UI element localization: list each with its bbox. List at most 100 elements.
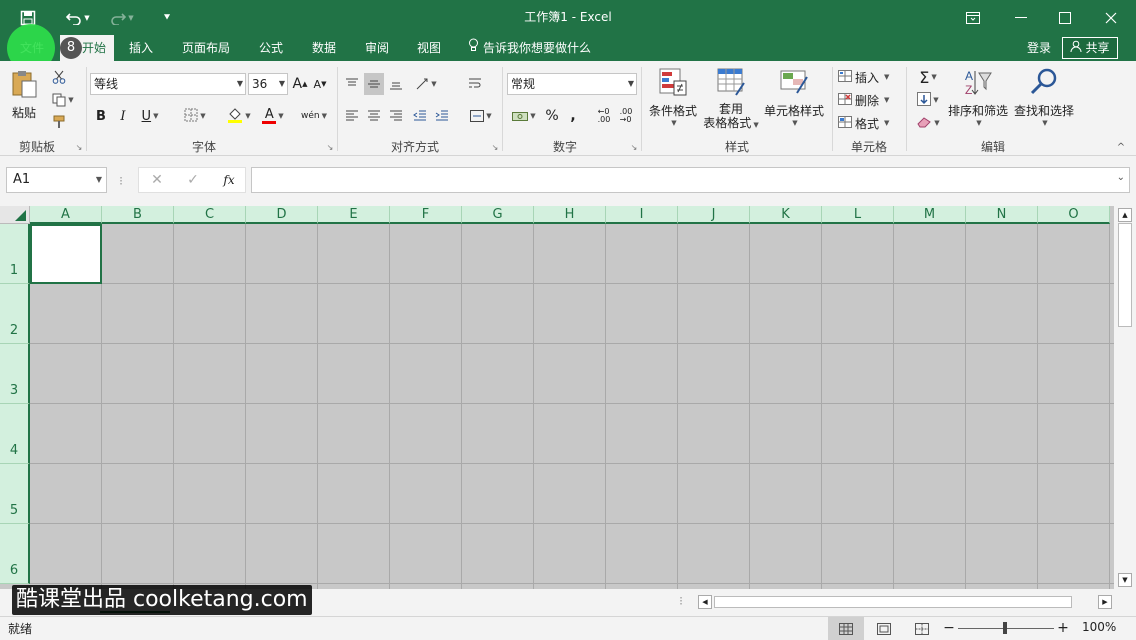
column-header-h[interactable]: H [534, 206, 606, 224]
normal-view-icon[interactable] [828, 617, 864, 640]
align-center-icon[interactable] [364, 105, 384, 127]
zoom-in-button[interactable]: + [1056, 619, 1070, 637]
insert-function-button[interactable]: fx [218, 170, 240, 190]
row-header-3[interactable]: 3 [0, 344, 30, 404]
cut-icon[interactable] [48, 67, 70, 87]
tab-view[interactable]: 视图 [410, 35, 448, 61]
name-box[interactable]: A1 ▼ [6, 167, 107, 193]
align-middle-icon[interactable] [364, 73, 384, 95]
copy-icon[interactable]: ▼ [48, 90, 78, 110]
active-cell-a1[interactable] [30, 224, 102, 284]
column-header-n[interactable]: N [966, 206, 1038, 224]
collapse-ribbon-icon[interactable]: ^ [1114, 141, 1128, 153]
number-format-select[interactable]: 常规 ▼ [507, 73, 637, 95]
share-button[interactable]: 共享 [1062, 37, 1118, 59]
scroll-down-icon[interactable]: ▼ [1118, 573, 1132, 587]
align-left-icon[interactable] [342, 105, 362, 127]
align-top-icon[interactable] [342, 73, 362, 95]
italic-button[interactable]: I [114, 105, 132, 127]
align-right-icon[interactable] [386, 105, 406, 127]
align-bottom-icon[interactable] [386, 73, 406, 95]
tab-formulas[interactable]: 公式 [252, 35, 290, 61]
sort-filter-button[interactable]: AZ 排序和筛选 ▼ [946, 67, 1010, 135]
find-select-button[interactable]: 查找和选择 ▼ [1012, 67, 1076, 135]
tab-data[interactable]: 数据 [305, 35, 343, 61]
insert-cells-button[interactable]: 插入 ▼ [838, 67, 902, 87]
font-color-button[interactable]: A ▼ [256, 105, 290, 127]
conditional-formatting-button[interactable]: 条件格式 ▼ [646, 67, 700, 135]
column-header-i[interactable]: I [606, 206, 678, 224]
orientation-icon[interactable]: ▼ [410, 73, 442, 95]
zoom-level[interactable]: 100% [1082, 620, 1116, 634]
page-break-view-icon[interactable] [904, 617, 940, 640]
minimize-icon[interactable] [1008, 0, 1034, 35]
font-launcher-icon[interactable]: ↘ [325, 142, 335, 152]
grow-font-button[interactable]: A ▲ [292, 73, 308, 95]
tab-review[interactable]: 审阅 [358, 35, 396, 61]
ribbon-display-options-icon[interactable] [958, 0, 988, 35]
column-header-o[interactable]: O [1038, 206, 1110, 224]
column-header-c[interactable]: C [174, 206, 246, 224]
number-launcher-icon[interactable]: ↘ [629, 142, 639, 152]
cell-styles-button[interactable]: 单元格样式 ▼ [762, 67, 826, 135]
column-header-a[interactable]: A [30, 206, 102, 224]
column-header-f[interactable]: F [390, 206, 462, 224]
tab-page-layout[interactable]: 页面布局 [176, 35, 236, 61]
drag-handle-icon[interactable]: ⁝ [116, 172, 126, 190]
column-header-k[interactable]: K [750, 206, 822, 224]
horizontal-scroll-thumb[interactable] [714, 596, 1072, 608]
format-cells-button[interactable]: 格式 ▼ [838, 113, 902, 133]
close-icon[interactable] [1098, 0, 1124, 35]
formula-input[interactable]: ⌄ [251, 167, 1130, 193]
column-header-j[interactable]: J [678, 206, 750, 224]
borders-button[interactable]: ▼ [178, 105, 212, 127]
enter-icon[interactable]: ✓ [182, 170, 204, 190]
wrap-text-icon[interactable] [464, 73, 486, 95]
worksheet-grid[interactable]: ABCDEFGHIJKLMNO 123456 [0, 206, 1114, 589]
autosum-button[interactable]: Σ ▼ [912, 67, 944, 87]
merge-center-icon[interactable]: ▼ [464, 105, 498, 127]
format-as-table-button[interactable]: 套用 表格格式 ▼ [700, 67, 762, 135]
column-header-b[interactable]: B [102, 206, 174, 224]
column-header-l[interactable]: L [822, 206, 894, 224]
alignment-launcher-icon[interactable]: ↘ [490, 142, 500, 152]
shrink-font-button[interactable]: A ▼ [312, 73, 328, 95]
delete-cells-button[interactable]: 删除 ▼ [838, 90, 902, 110]
scroll-up-icon[interactable]: ▲ [1118, 208, 1132, 222]
zoom-slider-thumb[interactable] [1003, 622, 1007, 634]
column-header-e[interactable]: E [318, 206, 390, 224]
fill-button[interactable]: ▼ [912, 90, 944, 110]
column-header-g[interactable]: G [462, 206, 534, 224]
select-all-corner[interactable] [0, 206, 30, 224]
split-handle-icon[interactable]: ⁝ [676, 594, 686, 608]
underline-button[interactable]: U ▼ [136, 105, 164, 127]
clipboard-launcher-icon[interactable]: ↘ [74, 142, 84, 152]
paste-button[interactable]: 粘贴 [6, 67, 42, 123]
row-header-1[interactable]: 1 [0, 224, 30, 284]
percent-style-button[interactable]: % [542, 105, 562, 127]
increase-indent-icon[interactable] [432, 105, 452, 127]
expand-formula-icon[interactable]: ⌄ [1117, 172, 1125, 183]
zoom-out-button[interactable]: − [942, 619, 956, 637]
column-header-d[interactable]: D [246, 206, 318, 224]
decrease-decimal-icon[interactable]: .00 →0 [616, 105, 636, 127]
column-header-m[interactable]: M [894, 206, 966, 224]
format-painter-icon[interactable] [48, 112, 70, 132]
tell-me-box[interactable]: 告诉我你想要做什么 [468, 35, 602, 61]
font-size-select[interactable]: 36 ▼ [248, 73, 288, 95]
scroll-right-icon[interactable]: ▶ [1098, 595, 1112, 609]
comma-style-button[interactable]: , [564, 105, 582, 127]
bold-button[interactable]: B [92, 105, 110, 127]
cancel-icon[interactable]: ✕ [146, 170, 168, 190]
page-layout-view-icon[interactable] [866, 617, 902, 640]
row-header-4[interactable]: 4 [0, 404, 30, 464]
scroll-left-icon[interactable]: ◀ [698, 595, 712, 609]
font-name-select[interactable]: 等线 ▼ [90, 73, 246, 95]
sign-in-link[interactable]: 登录 [1020, 35, 1058, 61]
phonetic-button[interactable]: wén ▼ [298, 105, 330, 127]
row-header-2[interactable]: 2 [0, 284, 30, 344]
row-header-6[interactable]: 6 [0, 524, 30, 584]
row-header-5[interactable]: 5 [0, 464, 30, 524]
fill-color-button[interactable]: ▼ [222, 105, 256, 127]
tab-insert[interactable]: 插入 [122, 35, 160, 61]
